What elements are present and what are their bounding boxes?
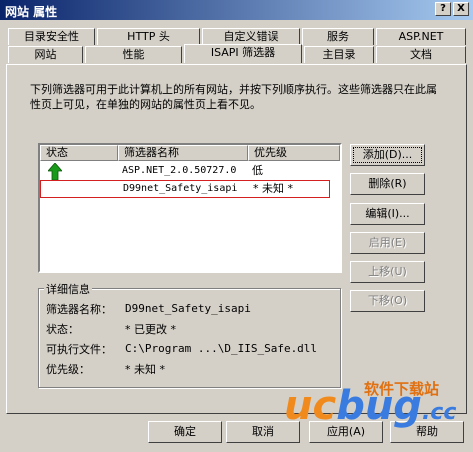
tab-documents[interactable]: 文档: [376, 46, 466, 63]
help-title-button[interactable]: ?: [435, 2, 451, 16]
title-bar: 网站 属性 ? X: [0, 0, 473, 20]
tab-isapi-filters[interactable]: ISAPI 筛选器: [184, 44, 302, 63]
tab-custom-errors[interactable]: 自定义错误: [202, 28, 300, 45]
name-value: D99net_Safety_isapi: [125, 302, 251, 315]
priority-label: 优先级：: [46, 363, 90, 376]
remove-button[interactable]: 删除(R): [350, 173, 425, 195]
tab-website[interactable]: 网站: [8, 46, 83, 63]
watermark-logo: ucbug.cc: [284, 383, 457, 429]
window-title: 网站 属性: [5, 5, 58, 19]
close-icon[interactable]: X: [453, 2, 469, 16]
description-text: 下列筛选器可用于此计算机上的所有网站，并按下列顺序执行。这些筛选器只在此属性页上…: [30, 83, 437, 111]
column-header-priority[interactable]: 优先级: [248, 145, 340, 161]
filter-name: D99net_Safety_isapi: [123, 183, 238, 194]
edit-button[interactable]: 编辑(I)...: [350, 203, 425, 225]
tab-http-headers[interactable]: HTTP 头: [97, 28, 200, 45]
filter-list[interactable]: 状态 筛选器名称 优先级 ASP.NET_2.0.50727.0 低 D99ne…: [38, 143, 342, 273]
executable-label: 可执行文件：: [46, 343, 112, 356]
filter-priority: * 未知 *: [253, 182, 293, 195]
priority-value: * 未知 *: [125, 363, 165, 376]
list-item[interactable]: ASP.NET_2.0.50727.0 低: [40, 162, 340, 181]
filter-name: ASP.NET_2.0.50727.0: [122, 165, 237, 176]
filter-priority: 低: [252, 164, 263, 177]
ok-button[interactable]: 确定: [148, 421, 222, 443]
tab-performance[interactable]: 性能: [85, 46, 182, 63]
details-group: 详细信息 筛选器名称： D99net_Safety_isapi 状态： * 已更…: [38, 281, 341, 388]
tab-directory-security[interactable]: 目录安全性: [8, 28, 95, 45]
list-item[interactable]: D99net_Safety_isapi * 未知 *: [40, 180, 330, 198]
column-header-name[interactable]: 筛选器名称: [118, 145, 248, 161]
executable-value: C:\Program ...\D_IIS_Safe.dll: [125, 342, 318, 355]
name-label: 筛选器名称：: [46, 303, 112, 316]
move-up-button[interactable]: 上移(U): [350, 261, 425, 283]
tab-aspnet[interactable]: ASP.NET: [376, 28, 466, 45]
status-value: * 已更改 *: [125, 323, 176, 336]
move-down-button[interactable]: 下移(O): [350, 290, 425, 312]
details-title: 详细信息: [44, 281, 92, 297]
tab-home-directory[interactable]: 主目录: [304, 46, 374, 63]
status-label: 状态：: [46, 323, 79, 336]
tab-service[interactable]: 服务: [302, 28, 374, 45]
enable-button[interactable]: 启用(E): [350, 232, 425, 254]
column-header-status[interactable]: 状态: [40, 145, 118, 161]
add-button[interactable]: 添加(D)...: [350, 144, 425, 166]
